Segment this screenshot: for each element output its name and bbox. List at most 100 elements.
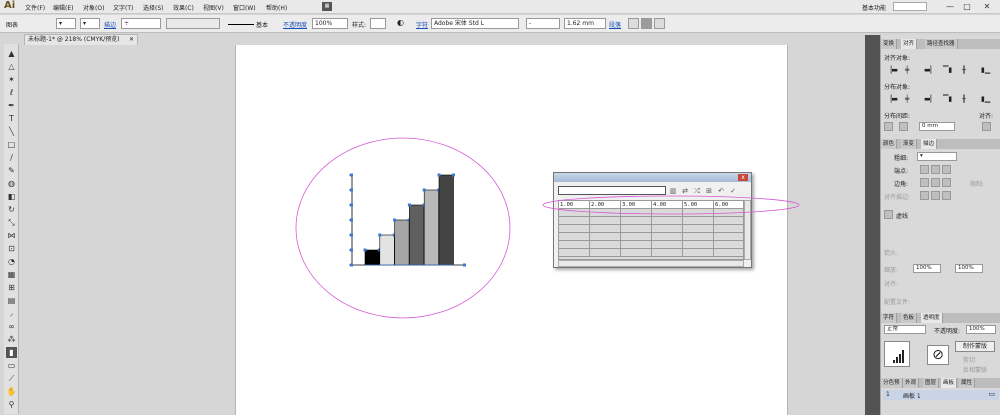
data-cell[interactable] [714,249,743,257]
projecting-cap-icon[interactable] [942,165,951,174]
data-cell[interactable] [683,225,714,233]
dist-bottom-icon[interactable]: ▬▏ [924,95,936,103]
tab-swatches[interactable]: 色板 [901,313,918,323]
align-stroke-center-icon[interactable] [920,191,929,200]
data-cell[interactable] [652,241,683,249]
tab-appearance[interactable]: 外观 [903,378,920,388]
data-cell[interactable] [559,225,590,233]
make-mask-button[interactable]: 制作蒙版 [955,341,995,352]
tab-stroke[interactable]: 描边 [921,139,938,149]
artboard-options-icon[interactable]: ▭ [988,390,995,398]
tab-color[interactable]: 颜色 [881,139,898,149]
chart-thumbnail [884,341,910,367]
data-cell[interactable] [652,225,683,233]
graph-data-titlebar[interactable] [554,173,751,182]
data-cell[interactable] [590,249,621,257]
tab-transform[interactable]: 变换 [881,39,898,49]
bar [438,174,454,266]
data-cell[interactable] [559,241,590,249]
selection-anchor [452,173,455,177]
data-cell[interactable] [559,233,590,241]
data-cell[interactable] [652,233,683,241]
stroke-weight-select[interactable]: ▾ [917,152,957,161]
selection-anchor [437,173,441,177]
data-cell[interactable] [652,249,683,257]
align-top-icon[interactable]: ▔▮ [943,66,952,74]
dist-top-icon[interactable]: ▕▬ [886,95,898,103]
data-cell[interactable] [590,233,621,241]
tab-attributes[interactable]: 属性 [959,378,976,388]
arrowhead-label: 箭头: [884,250,899,257]
data-cell[interactable] [621,249,652,257]
data-cell[interactable] [621,233,652,241]
limit-label: 限制: [970,181,985,188]
dist-v-center-icon[interactable]: ╪ [905,95,909,103]
clip-checkbox-label[interactable]: 剪切 [963,355,975,364]
data-cell[interactable] [559,249,590,257]
tab-transparency[interactable]: 透明度 [921,313,943,323]
data-cell[interactable] [621,241,652,249]
align-panel-tabs: 变换 对齐 路径查找器 [881,39,1000,49]
align-bottom-icon[interactable]: ▮▁ [981,66,990,74]
artboard-number: 1 [886,391,890,398]
align-h-center-icon[interactable]: ╪ [905,66,909,74]
dashed-line-checkbox[interactable] [884,210,893,219]
tab-character[interactable]: 字符 [881,313,898,323]
bar [394,219,410,266]
tab-separations[interactable]: 分色预 [881,378,903,388]
data-cell[interactable] [683,233,714,241]
data-cell[interactable] [683,249,714,257]
grid-horizontal-scrollbar[interactable] [558,260,744,267]
data-cell[interactable] [683,241,714,249]
round-cap-icon[interactable] [931,165,940,174]
selection-anchor [422,188,426,192]
column-graph[interactable] [349,173,466,267]
data-cell[interactable] [621,225,652,233]
bar [364,249,380,266]
transparency-opacity-label: 不透明度: [934,328,961,335]
data-cell[interactable] [590,225,621,233]
dashed-line-label: 虚线 [896,213,909,220]
dist-h-center-icon[interactable]: ╫ [962,95,966,103]
blend-mode-select[interactable]: 正常 [884,325,926,334]
butt-cap-icon[interactable] [920,165,929,174]
selection-anchor [350,188,353,192]
transparency-opacity-field[interactable]: 100% [966,325,996,334]
align-v-center-icon[interactable]: ╫ [962,66,966,74]
data-cell[interactable] [590,241,621,249]
spacing-field[interactable]: 0 mm [919,122,955,131]
arrow-scale-start-field[interactable]: 100% [913,264,941,273]
bar [379,234,395,266]
align-left-icon[interactable]: ▕▬ [886,66,898,74]
artboard-name: 画板 1 [903,393,921,400]
graph-data-window[interactable]: x ▥ ⇄ ⤮ ⊞ ↶ ✓ 1.00 2.00 3.00 4.00 5.00 6… [553,172,752,268]
arrow-scale-end-field[interactable]: 100% [955,264,983,273]
artboard-row[interactable]: 1 画板 1 ▭ [883,390,999,400]
tab-align[interactable]: 对齐 [901,39,918,49]
align-stroke-inside-icon[interactable] [931,191,940,200]
miter-join-icon[interactable] [920,178,929,187]
dist-left-icon[interactable]: ▔▮ [943,95,952,103]
align-right-icon[interactable]: ▬▏ [924,66,936,74]
selection-anchor [363,248,367,252]
tab-gradient[interactable]: 渐变 [901,139,918,149]
graph-data-close-button[interactable]: x [738,174,748,181]
cap-label: 端点: [894,168,909,175]
bevel-join-icon[interactable] [942,178,951,187]
tab-artboards[interactable]: 画板 [941,378,958,388]
tab-pathfinder[interactable]: 路径查找器 [925,39,958,49]
tab-layers[interactable]: 图层 [923,378,940,388]
round-join-icon[interactable] [931,178,940,187]
artboards-panel-tabs: 分色预 外观 图层 画板 属性 [881,378,1000,388]
align-to-icon[interactable] [982,122,991,131]
align-stroke-outside-icon[interactable] [942,191,951,200]
chart-thumbnail-icon [893,350,904,363]
dist-right-icon[interactable]: ▮▁ [981,95,990,103]
data-cell[interactable] [714,225,743,233]
mask-none-icon[interactable]: ⊘ [927,345,949,365]
data-cell[interactable] [714,233,743,241]
distribute-vertical-space-icon[interactable] [884,122,893,131]
distribute-horizontal-space-icon[interactable] [899,122,908,131]
data-cell[interactable] [714,241,743,249]
invert-mask-checkbox-label[interactable]: 反相蒙版 [963,365,987,374]
